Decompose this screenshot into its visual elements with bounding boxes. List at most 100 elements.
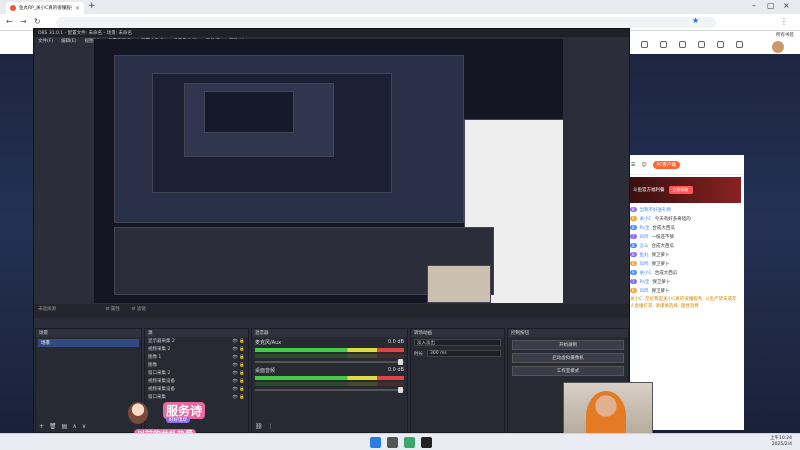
obs-preview[interactable] [94,39,563,303]
sticker-sub-text: 好好电玩 [166,417,190,423]
duration-label: 时长 [414,351,423,357]
nested-preview [204,91,294,133]
site-favicon-icon [10,5,16,11]
start-icon[interactable] [370,437,381,448]
list-item: 9 关小C 合成大西瓜 [630,270,678,276]
volume-slider[interactable] [255,359,404,365]
scenes-header: 场景 [36,329,141,337]
minimize-icon[interactable]: – [752,1,756,10]
taskbar-apps [370,437,432,448]
follow-icon[interactable] [639,41,649,48]
move-up-icon[interactable]: ∧ [72,423,76,430]
creator-icon[interactable] [734,41,744,48]
mixer-toolbar: ⛓ ⋮ [255,423,274,430]
obs-window: OBS 31.0.1 - 配置文件: 未命名 - 场景: 未命名 文件(F) 编… [33,28,630,433]
mobile-icon[interactable] [677,41,687,48]
sources-header: 源 [145,329,248,337]
volume-meter [255,348,404,352]
back-icon[interactable]: ← [6,17,13,26]
taskbar: 上午10:24 2025/2/4 [0,433,800,450]
emoji-icon[interactable]: ☺ [641,162,646,168]
browser-menu-icon[interactable]: ⋮ [780,17,788,26]
properties-button[interactable]: ⚙ 属性 [105,307,119,312]
maximize-icon[interactable]: ▢ [767,1,775,10]
message-icon[interactable] [696,41,706,48]
source-item[interactable]: 显示器采集 2 👁 🔒 [145,337,248,345]
scene-filter-icon[interactable]: ▤ [62,423,68,430]
source-item[interactable]: 窗口采集 2 👁 🔒 [145,369,248,377]
obs-status-bar: 未选择源 ⚙ 属性 ⚙ 滤镜 [34,304,629,318]
mixer-dock: 混音器 麦克风/Aux 0.0 dB 桌面音频 0.0 dB ⛓ ⋮ [251,328,408,433]
bookmark-star-icon[interactable]: ★ [692,16,699,25]
tab-title: 鱼丸RP_关小C真的很懂服务_关... [19,6,72,11]
avatar[interactable] [772,41,784,53]
mixer-channel: 桌面音频 0.0 dB [252,365,407,393]
source-item[interactable]: 视频采集设备 👁 🔒 [145,377,248,385]
channel-name: 麦克风/Aux [255,340,282,346]
list-item: 8 怎么 合成大西瓜 [630,243,675,249]
new-tab-button[interactable]: + [88,1,96,11]
transitions-dock: 转场动画 淡入淡出 时长 300 ms [410,328,505,433]
search-icon[interactable] [387,437,398,448]
add-scene-icon[interactable]: + [39,423,44,430]
visibility-icon: 👁 🔒 [232,370,245,376]
list-item: 7 Pa宝 保卫萝卜 [630,279,671,285]
source-item[interactable]: 视频采集设备 👁 🔒 [145,385,248,393]
virtual-camera-button[interactable]: 启动虚拟摄像机 [512,353,624,363]
source-item[interactable]: 图像 1 👁 🔒 [145,353,248,361]
source-item[interactable]: 视频采集 2 👁 🔒 [145,345,248,353]
list-item: 7 凤鸣 一枝还不够 [630,234,675,240]
source-item[interactable]: 图像 👁 🔒 [145,361,248,369]
promo-button[interactable]: 立即领取 [668,186,693,194]
forward-icon[interactable]: → [20,17,27,26]
close-window-icon[interactable]: × [783,1,790,10]
mixer-link-icon[interactable]: ⛓ [255,423,263,430]
filters-button[interactable]: ⚙ 滤镜 [131,307,145,312]
chat-announcement: 关小C: 您好我是关小C真的很懂服务, 斗鱼严禁未成年人直播打赏, 请谨慎选择,… [630,297,737,309]
visibility-icon: 👁 🔒 [232,386,245,392]
move-down-icon[interactable]: ∨ [82,423,86,430]
live-icon[interactable] [715,41,725,48]
menu-edit[interactable]: 编辑(E) [61,38,76,44]
download-icon[interactable] [658,41,668,48]
no-source-label: 未选择源 [38,307,56,312]
list-item: 9 关小C 今天有好多奇怪的 [630,216,691,222]
list-item: 6 鱼丸 保卫萝卜 [630,252,670,258]
scenes-dock: 场景 场景 + 🗑 ▤ ∧ ∨ [35,328,142,433]
visibility-icon: 👁 🔒 [232,346,245,352]
promo-banner[interactable]: 斗鱼官方福利餐 立即领取 [630,177,741,203]
promo-text: 斗鱼官方福利餐 [633,188,665,193]
mixer-channel: 麦克风/Aux 0.0 dB [252,337,407,365]
chat-list: 8 当我不好送礼物 9 关小C 今天有好多奇怪的 8 Pa宝 合成大西瓜 7 凤鸣 一枝还不够… [627,205,744,295]
url-field[interactable] [56,17,716,28]
list-item: 8 当我不好送礼物 [630,207,672,213]
pc-client-button[interactable]: PC客户端 [652,160,681,169]
volume-meter [255,376,404,380]
transition-select[interactable]: 淡入淡出 [414,339,501,346]
duration-input[interactable]: 300 ms [427,350,501,357]
system-clock[interactable]: 上午10:24 2025/2/4 [770,436,792,448]
obs-title: OBS 31.0.1 - 配置文件: 未命名 - 场景: 未命名 [34,29,629,37]
studio-mode-button[interactable]: 工作室模式 [512,366,624,376]
browser-tab[interactable]: 鱼丸RP_关小C真的很懂服务_关... × [6,2,84,14]
mixer-header: 混音器 [252,329,407,337]
list-item: 8 凤鸣 保卫萝卜 [630,261,670,267]
scene-item[interactable]: 场景 [38,339,139,347]
close-tab-icon[interactable]: × [75,5,80,12]
visibility-icon: 👁 🔒 [232,338,245,344]
chat-header: ☰ ☺ PC客户端 [627,155,744,175]
remove-scene-icon[interactable]: 🗑 [49,423,57,430]
all-bookmarks-link[interactable]: 所有书签 [776,32,794,38]
menu-file[interactable]: 文件(F) [38,38,53,44]
browser-icon[interactable] [404,437,415,448]
chat-tab-icon[interactable]: ☰ [631,162,635,168]
reload-icon[interactable]: ↻ [34,17,41,26]
start-recording-button[interactable]: 开始录制 [512,340,624,350]
transition-select-row: 淡入淡出 [411,337,504,348]
volume-meter [255,354,404,358]
visibility-icon: 👁 🔒 [232,394,245,400]
list-item: 8 凤鸣 保卫萝卜 [630,288,670,294]
mixer-menu-icon[interactable]: ⋮ [268,423,274,430]
volume-slider[interactable] [255,387,404,393]
obs-icon[interactable] [421,437,432,448]
